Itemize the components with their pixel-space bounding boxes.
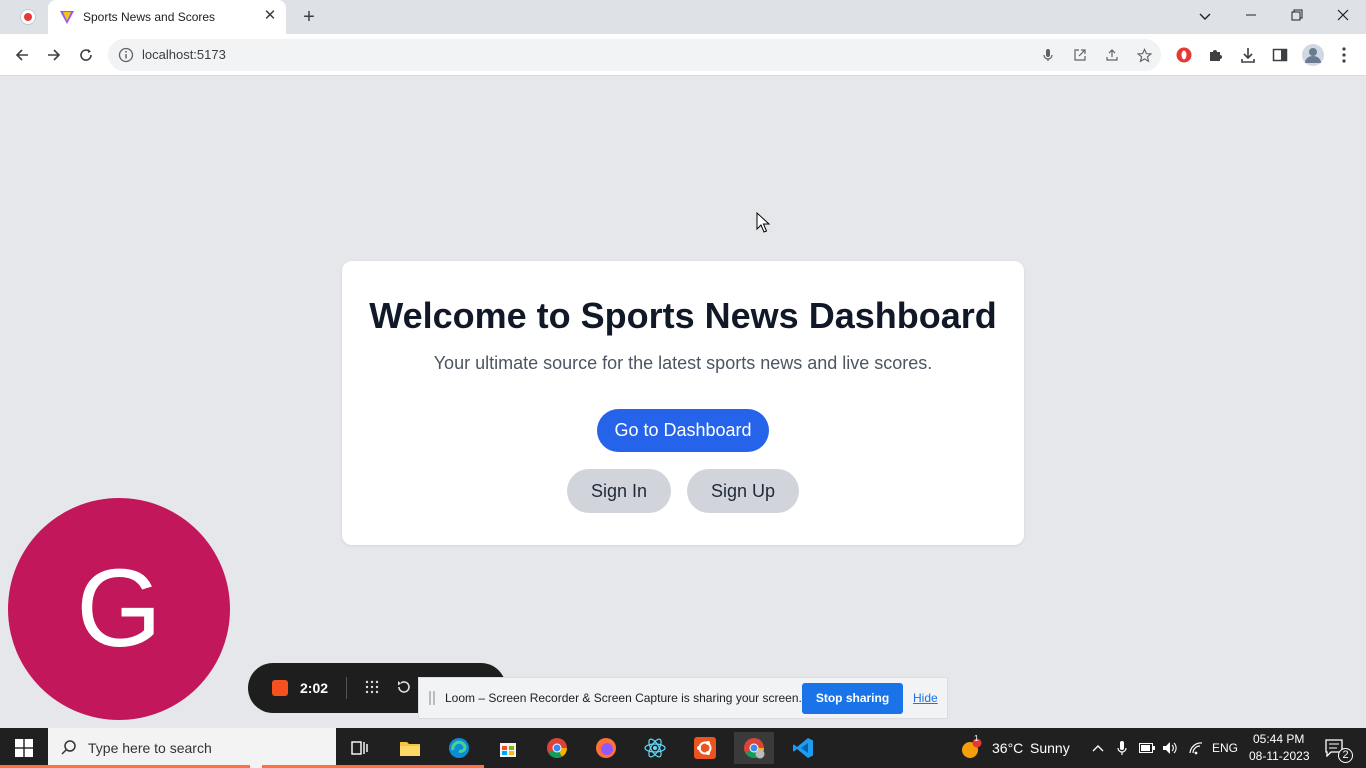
screen-sharing-notice: Loom – Screen Recorder & Screen Capture … <box>418 677 948 719</box>
clock-date[interactable]: 08-11-2023 <box>1249 749 1310 763</box>
vite-favicon-icon <box>60 11 74 24</box>
welcome-card: Welcome to Sports News Dashboard Your ul… <box>342 261 1024 545</box>
address-bar[interactable]: localhost:5173 <box>108 39 1161 71</box>
show-hidden-icons-chevron-icon[interactable] <box>1090 740 1106 756</box>
search-placeholder: Type here to search <box>88 740 212 756</box>
tab-close-icon[interactable]: ✕ <box>262 8 278 24</box>
bookmark-star-icon[interactable] <box>1136 47 1152 63</box>
edge-browser-icon[interactable] <box>439 732 479 764</box>
weather-sun-icon[interactable] <box>960 738 982 760</box>
weather-description[interactable]: Sunny <box>1030 740 1070 756</box>
opera-extension-icon[interactable] <box>1175 46 1193 64</box>
sign-up-button[interactable]: Sign Up <box>687 469 799 513</box>
windows-taskbar: Type here to search 1 36°C Sunny ENG 05:… <box>0 728 1366 768</box>
side-panel-icon[interactable] <box>1271 46 1289 64</box>
firefox-icon[interactable] <box>586 732 626 764</box>
new-tab-icon[interactable]: + <box>298 6 320 28</box>
ubuntu-icon[interactable] <box>685 732 725 764</box>
recording-timer: 2:02 <box>300 680 329 696</box>
open-in-app-icon[interactable] <box>1072 47 1088 63</box>
page-subtitle: Your ultimate source for the latest spor… <box>433 353 933 373</box>
browser-tab[interactable]: Sports News and Scores ✕ <box>48 0 286 34</box>
loom-divider <box>346 677 347 699</box>
volume-icon[interactable] <box>1162 740 1178 756</box>
search-icon <box>61 740 76 755</box>
url-text: localhost:5173 <box>142 47 226 62</box>
profile-avatar-icon[interactable] <box>1302 44 1324 66</box>
windows-start-icon[interactable] <box>0 728 48 768</box>
microphone-icon[interactable] <box>1040 47 1056 63</box>
reload-icon[interactable] <box>74 43 98 67</box>
extensions-puzzle-icon[interactable] <box>1207 46 1225 64</box>
back-icon[interactable] <box>10 43 34 67</box>
weather-badge: 1 <box>974 734 979 743</box>
sharing-message: Loom – Screen Recorder & Screen Capture … <box>445 691 802 705</box>
task-view-icon[interactable] <box>340 732 380 764</box>
loom-camera-avatar[interactable]: G <box>8 498 230 720</box>
stop-recording-icon[interactable] <box>272 680 288 696</box>
page-title: Welcome to Sports News Dashboard <box>369 295 997 336</box>
notification-count: 2 <box>1338 748 1353 763</box>
microsoft-store-icon[interactable] <box>488 732 528 764</box>
stop-sharing-button[interactable]: Stop sharing <box>802 683 903 714</box>
clock-time[interactable]: 05:44 PM <box>1253 732 1304 746</box>
tray-microphone-icon[interactable] <box>1114 740 1130 756</box>
wifi-icon[interactable] <box>1188 740 1204 756</box>
forward-icon[interactable] <box>42 43 66 67</box>
battery-icon[interactable] <box>1139 740 1155 756</box>
recording-indicator-icon[interactable] <box>20 9 36 25</box>
tab-search-chevron-icon[interactable] <box>1192 5 1218 27</box>
sign-in-button[interactable]: Sign In <box>567 469 671 513</box>
drag-handle-icon[interactable] <box>429 691 435 705</box>
chrome-icon[interactable] <box>537 732 577 764</box>
restart-recording-icon[interactable] <box>395 679 413 697</box>
weather-temperature[interactable]: 36°C <box>992 740 1023 756</box>
file-explorer-icon[interactable] <box>390 732 430 764</box>
menu-kebab-icon[interactable] <box>1335 46 1353 64</box>
react-app-icon[interactable] <box>635 732 675 764</box>
tab-strip: Sports News and Scores ✕ + <box>0 0 1366 34</box>
hide-link[interactable]: Hide <box>913 691 938 705</box>
taskbar-search-input[interactable]: Type here to search <box>48 728 336 768</box>
mouse-cursor-icon <box>756 212 770 233</box>
drawing-grid-icon[interactable] <box>363 679 381 697</box>
restore-icon[interactable] <box>1284 5 1310 27</box>
download-icon[interactable] <box>1239 46 1257 64</box>
tab-title: Sports News and Scores <box>83 10 216 24</box>
input-language[interactable]: ENG <box>1212 741 1238 755</box>
close-window-icon[interactable] <box>1330 5 1356 27</box>
browser-toolbar: localhost:5173 <box>0 34 1366 76</box>
go-to-dashboard-button[interactable]: Go to Dashboard <box>597 409 769 452</box>
chrome-profile-active-icon[interactable] <box>734 732 774 764</box>
site-info-icon[interactable] <box>118 47 134 63</box>
vscode-icon[interactable] <box>783 732 823 764</box>
minimize-icon[interactable] <box>1238 5 1264 27</box>
share-icon[interactable] <box>1104 47 1120 63</box>
